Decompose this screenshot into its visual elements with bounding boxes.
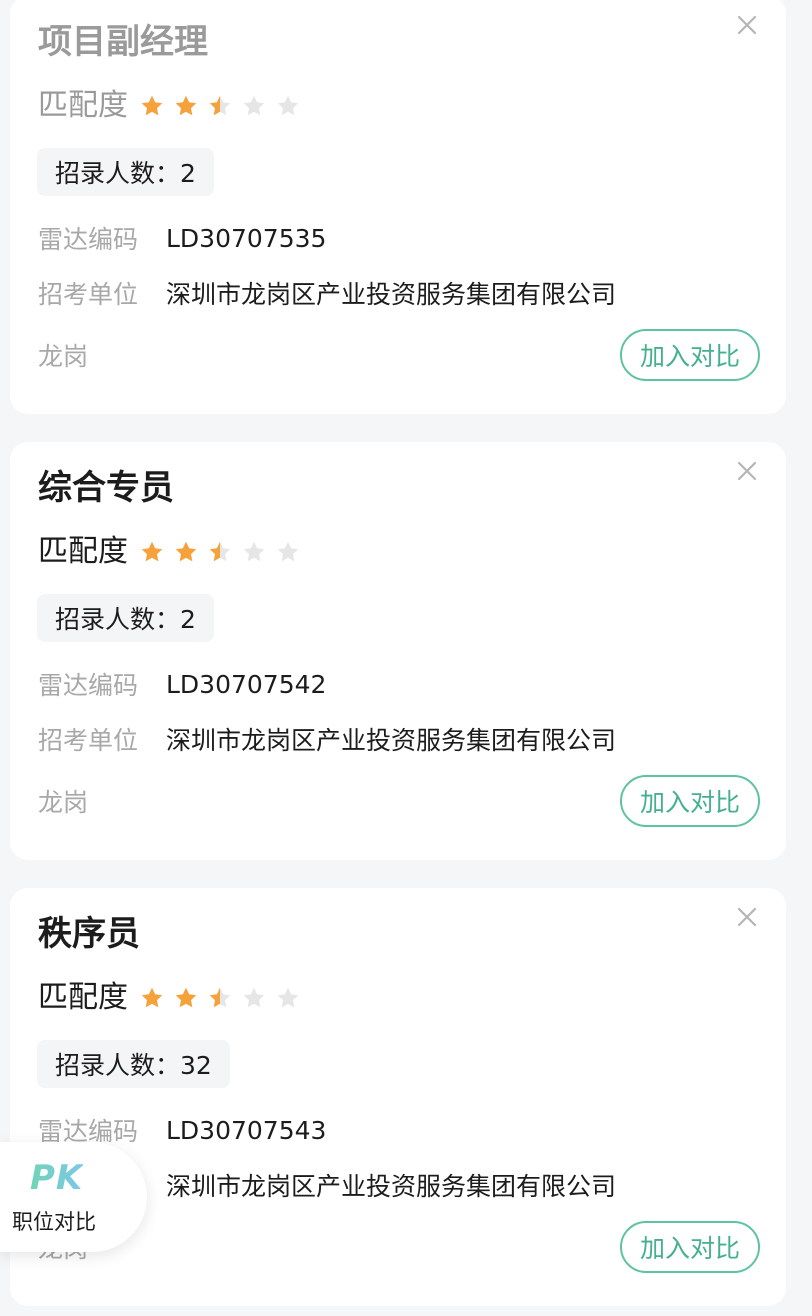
job-title[interactable]: 项目副经理 [38,22,208,62]
star-icon [209,541,231,562]
unit-value: 深圳市龙岗区产业投资服务集团有限公司 [166,726,617,755]
quota-tag: 招录人数：2 [37,594,214,642]
quota-tag: 招录人数：32 [37,1040,230,1088]
add-compare-button[interactable]: 加入对比 [620,329,760,381]
star-icon [175,541,197,562]
code-label: 雷达编码 [38,225,139,254]
star-icon [277,987,299,1008]
job-compare-float-button[interactable]: PK 职位对比 [0,1142,147,1252]
quota-tag: 招录人数：2 [37,148,214,196]
pk-logo: PK [30,1158,84,1198]
job-card[interactable]: 秩序员 匹配度 招录人数：32 雷达编码 LD30707543 招考单位 深圳市… [10,888,786,1306]
match-label: 匹配度 [38,88,128,123]
code-label: 雷达编码 [38,671,139,700]
close-icon[interactable] [736,14,758,36]
job-list-page: 项目副经理 匹配度 招录人数：2 雷达编码 LD30707535 招考单位 深圳… [0,0,812,1316]
star-rating [140,986,310,1010]
match-row: 匹配度 [38,88,310,124]
job-card[interactable]: 项目副经理 匹配度 招录人数：2 雷达编码 LD30707535 招考单位 深圳… [10,0,786,414]
code-row: 雷达编码 LD30707542 [38,668,327,701]
star-icon [141,95,163,116]
star-icon [175,987,197,1008]
star-icon [175,95,197,116]
pk-label: 职位对比 [12,1210,96,1234]
unit-label: 招考单位 [38,280,139,309]
match-row: 匹配度 [38,534,310,570]
code-value: LD30707543 [166,1115,327,1145]
star-icon [277,541,299,562]
star-icon [209,987,231,1008]
add-compare-button[interactable]: 加入对比 [620,775,760,827]
unit-label: 招考单位 [38,726,139,755]
code-row: 雷达编码 LD30707535 [38,222,327,255]
unit-row: 招考单位 深圳市龙岗区产业投资服务集团有限公司 [38,277,616,309]
location: 龙岗 [38,342,89,371]
location: 龙岗 [38,788,89,817]
job-title[interactable]: 秩序员 [38,914,140,954]
match-label: 匹配度 [38,534,128,569]
star-rating [140,94,310,118]
star-icon [243,987,265,1008]
close-icon[interactable] [736,906,758,928]
match-label: 匹配度 [38,980,128,1015]
unit-row: 招考单位 深圳市龙岗区产业投资服务集团有限公司 [38,723,616,755]
star-icon [277,95,299,116]
match-row: 匹配度 [38,980,310,1016]
star-icon [243,541,265,562]
close-icon[interactable] [736,460,758,482]
job-title[interactable]: 综合专员 [38,468,174,508]
unit-value: 深圳市龙岗区产业投资服务集团有限公司 [166,1172,617,1201]
star-icon [141,987,163,1008]
job-card[interactable]: 综合专员 匹配度 招录人数：2 雷达编码 LD30707542 招考单位 深圳市… [10,442,786,860]
star-icon [141,541,163,562]
code-value: LD30707535 [166,223,327,253]
star-icon [243,95,265,116]
unit-value: 深圳市龙岗区产业投资服务集团有限公司 [166,280,617,309]
star-rating [140,540,310,564]
code-value: LD30707542 [166,669,327,699]
star-icon [209,95,231,116]
add-compare-button[interactable]: 加入对比 [620,1221,760,1273]
